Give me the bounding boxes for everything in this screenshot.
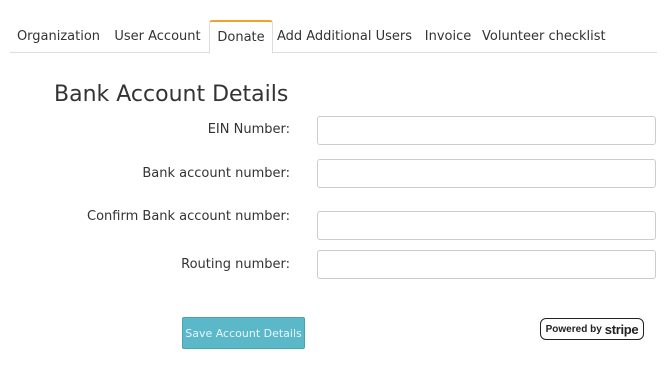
form-title: Bank Account Details bbox=[54, 82, 289, 107]
tab-invoice[interactable]: Invoice bbox=[416, 20, 480, 52]
stripe-logo: stripe bbox=[604, 321, 639, 337]
ein-number-input[interactable] bbox=[317, 116, 656, 145]
ein-number-label: EIN Number: bbox=[207, 122, 290, 137]
confirm-bank-account-number-label: Confirm Bank account number: bbox=[87, 209, 290, 224]
bank-account-number-label: Bank account number: bbox=[142, 166, 290, 181]
powered-by-stripe-badge[interactable]: Powered by stripe bbox=[540, 318, 644, 340]
routing-number-input[interactable] bbox=[317, 250, 656, 279]
page: Organization User Account Donate Add Add… bbox=[0, 0, 667, 370]
confirm-bank-account-number-input[interactable] bbox=[317, 211, 656, 240]
tab-bar: Organization User Account Donate Add Add… bbox=[10, 20, 657, 54]
save-account-details-button[interactable]: Save Account Details bbox=[182, 317, 305, 349]
tab-user-account[interactable]: User Account bbox=[107, 20, 208, 52]
tab-add-additional-users[interactable]: Add Additional Users bbox=[275, 20, 414, 52]
tab-volunteer-checklist[interactable]: Volunteer checklist bbox=[482, 20, 606, 52]
tab-donate[interactable]: Donate bbox=[209, 20, 273, 54]
bank-account-number-input[interactable] bbox=[317, 159, 656, 188]
stripe-badge-prefix: Powered by bbox=[545, 323, 602, 335]
routing-number-label: Routing number: bbox=[181, 257, 290, 272]
tab-organization[interactable]: Organization bbox=[10, 20, 107, 52]
